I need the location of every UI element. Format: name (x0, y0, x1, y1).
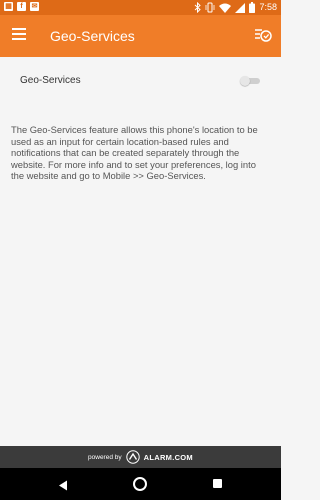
signal-icon (235, 2, 246, 13)
system-nav-bar (0, 468, 281, 500)
status-bar: ▦ f ✉ 7:58 (0, 0, 281, 15)
back-icon[interactable] (58, 478, 68, 496)
battery-icon (249, 2, 256, 13)
wifi-icon (219, 3, 232, 13)
history-list-icon[interactable] (254, 27, 272, 48)
powered-by-text: powered by (88, 453, 122, 461)
notification-icons: ▦ f ✉ (4, 2, 39, 11)
system-icons: 7:58 (194, 1, 277, 14)
vibrate-icon (206, 2, 215, 13)
geo-services-label: Geo-Services (20, 75, 81, 86)
facebook-icon: f (17, 2, 26, 11)
mail-icon: ✉ (30, 2, 39, 11)
alarm-com-logo-icon (125, 450, 140, 464)
bluetooth-icon (195, 2, 202, 13)
clock: 7:58 (259, 2, 277, 12)
home-icon[interactable] (133, 477, 147, 491)
app-bar: Geo-Services (0, 15, 281, 57)
geo-services-description: The Geo-Services feature allows this pho… (11, 124, 258, 182)
page-title: Geo-Services (50, 28, 135, 44)
calendar-icon: ▦ (4, 2, 13, 11)
alarm-com-brand: ALARM.COM (143, 452, 193, 462)
geo-services-toggle[interactable] (240, 76, 260, 86)
geo-services-setting-row: Geo-Services (0, 67, 281, 95)
toggle-thumb (240, 76, 250, 86)
recents-icon[interactable] (213, 479, 222, 488)
hamburger-menu-icon[interactable] (12, 28, 26, 44)
powered-by-footer: powered by ALARM.COM (0, 446, 281, 468)
